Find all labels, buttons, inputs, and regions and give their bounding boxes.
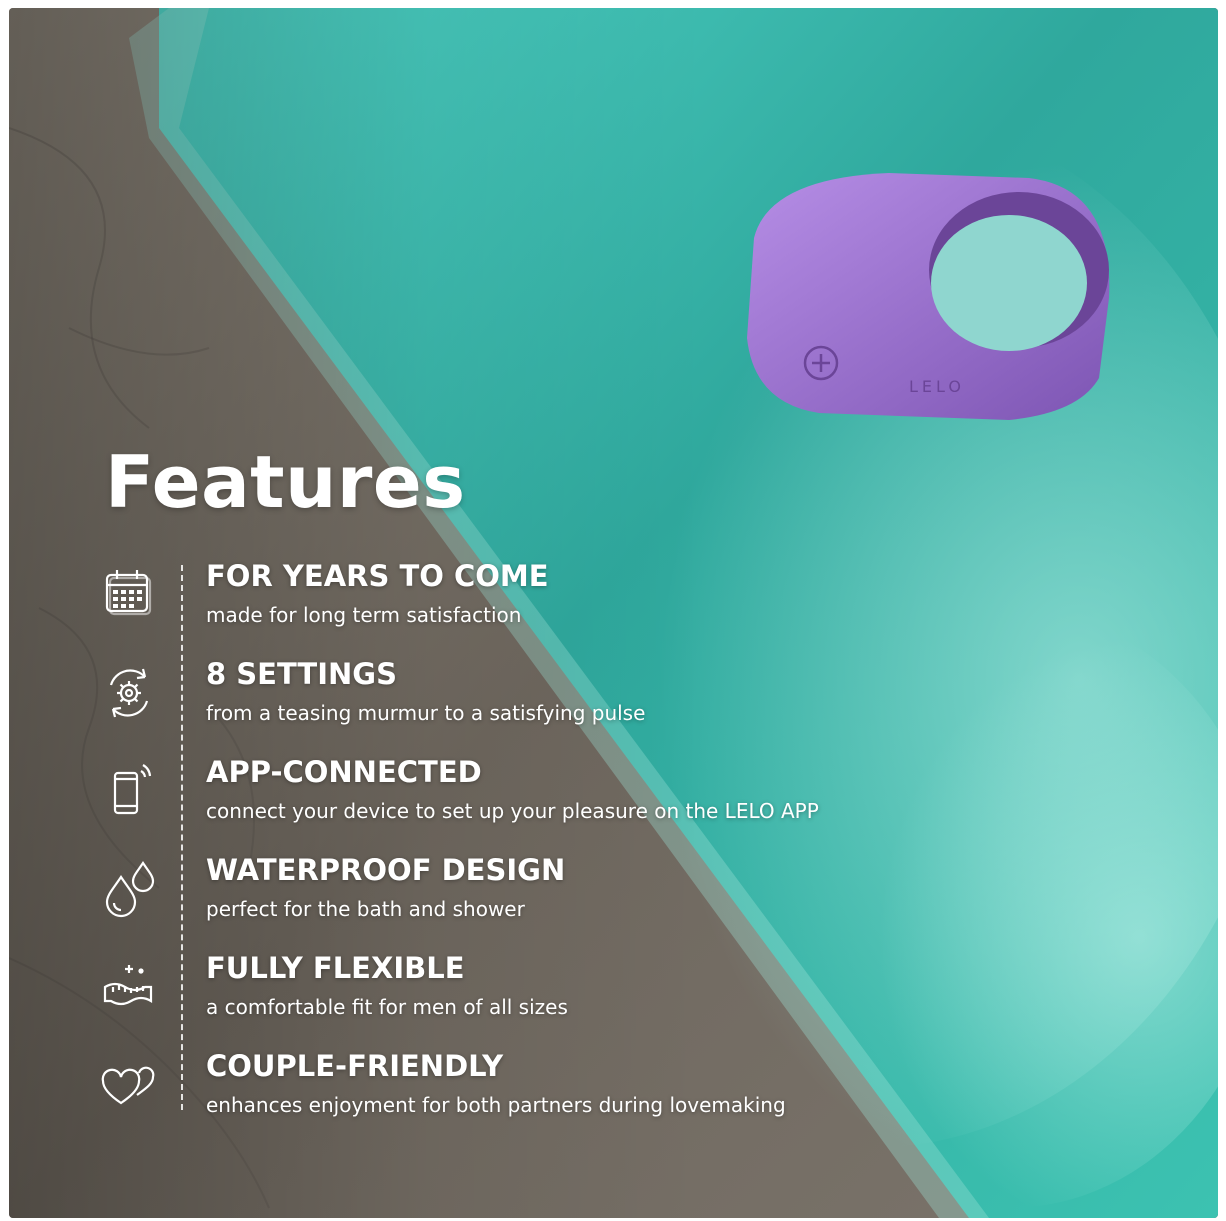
brand-mark: LELO [909,377,965,396]
feature-item: COUPLE-FRIENDLY enhances enjoyment for b… [99,1049,899,1145]
feature-description: made for long term satisfaction [206,603,522,627]
product-feature-banner: LELO Features FOR YEARS TO COME made for… [9,8,1218,1218]
feature-title: FOR YEARS TO COME [206,559,549,593]
feature-description: a comfortable fit for men of all sizes [206,995,568,1019]
feature-item: WATERPROOF DESIGN perfect for the bath a… [99,853,899,949]
calendar-icon [99,565,159,625]
phone-signal-icon [99,761,159,821]
feature-title: 8 SETTINGS [206,657,397,691]
feature-item: APP-CONNECTED connect your device to set… [99,755,899,851]
page-title: Features [105,440,466,524]
ring-product: LELO [747,173,1110,420]
feature-title: WATERPROOF DESIGN [206,853,566,887]
feature-title: COUPLE-FRIENDLY [206,1049,504,1083]
feature-description: enhances enjoyment for both partners dur… [206,1093,786,1117]
two-hearts-icon [99,1055,159,1115]
feature-title: FULLY FLEXIBLE [206,951,465,985]
water-drops-icon [99,859,159,919]
feature-description: perfect for the bath and shower [206,897,525,921]
gear-cycle-icon [99,663,159,723]
feature-item: 8 SETTINGS from a teasing murmur to a sa… [99,657,899,753]
feature-item: FULLY FLEXIBLE a comfortable fit for men… [99,951,899,1047]
feature-description: connect your device to set up your pleas… [206,799,819,823]
measuring-tape-icon [99,957,159,1017]
feature-title: APP-CONNECTED [206,755,482,789]
feature-item: FOR YEARS TO COME made for long term sat… [99,559,899,655]
feature-description: from a teasing murmur to a satisfying pu… [206,701,646,725]
